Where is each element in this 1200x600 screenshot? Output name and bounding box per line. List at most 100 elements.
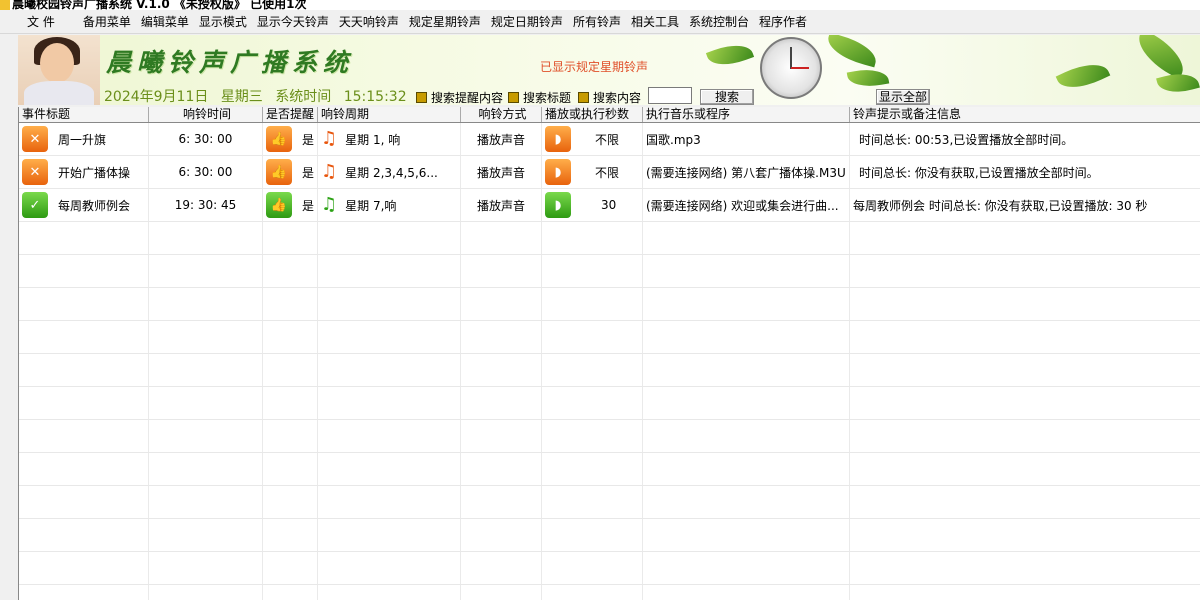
program-file: (需要连接网络) 第八套广播体操.M3U xyxy=(646,165,846,180)
bell-schedule-table: 事件标题 响铃时间 是否提醒 响铃周期 响铃方式 播放或执行秒数 执行音乐或程序… xyxy=(18,107,1200,600)
bell-note: 每周教师例会 时间总长: 你没有获取,已设置播放: 30 秒 xyxy=(853,198,1148,213)
clock-icon xyxy=(760,37,822,99)
column-header-title[interactable]: 事件标题 xyxy=(19,107,149,122)
leaf-decoration xyxy=(846,65,890,91)
bell-time: 6: 30: 00 xyxy=(178,132,233,146)
music-note-icon: ♫ xyxy=(321,161,338,182)
thumbs-up-icon: 👍 xyxy=(266,159,292,185)
play-seconds: 不限 xyxy=(595,132,620,147)
search-input[interactable] xyxy=(648,87,692,104)
checkbox-icon[interactable] xyxy=(416,92,427,103)
empty-row xyxy=(19,453,1200,486)
leaf-decoration xyxy=(1055,55,1111,97)
empty-row xyxy=(19,354,1200,387)
play-seconds: 30 xyxy=(601,198,617,212)
bell-cycle: 星期 1, 响 xyxy=(345,132,401,147)
table-header: 事件标题 响铃时间 是否提醒 响铃周期 响铃方式 播放或执行秒数 执行音乐或程序… xyxy=(19,107,1200,123)
leaf-decoration xyxy=(705,38,755,72)
menu-backup[interactable]: 备用菜单 xyxy=(78,13,136,30)
operator-photo xyxy=(18,35,100,105)
thumbs-up-icon: 👍 xyxy=(266,126,292,152)
search-title-option[interactable]: 搜索标题 xyxy=(508,89,571,105)
remind-flag: 是 xyxy=(302,165,315,180)
rss-icon: ◗ xyxy=(545,192,571,218)
bell-status-icon: ✓ xyxy=(22,192,48,218)
bell-time: 19: 30: 45 xyxy=(174,198,237,212)
menu-all-bells[interactable]: 所有铃声 xyxy=(568,13,626,30)
show-all-button[interactable]: 显示全部 xyxy=(876,89,930,105)
leaf-decoration xyxy=(1130,35,1192,80)
search-reminder-option[interactable]: 搜索提醒内容 xyxy=(416,89,503,105)
empty-row xyxy=(19,585,1200,600)
search-content-option[interactable]: 搜索内容 xyxy=(578,89,641,105)
date-time-bar: 2024年9月11日 星期三 系统时间 15:15:32 xyxy=(104,86,415,105)
empty-row xyxy=(19,486,1200,519)
menu-edit[interactable]: 编辑菜单 xyxy=(136,13,194,30)
checkbox-icon[interactable] xyxy=(578,92,589,103)
menu-daily-bells[interactable]: 天天响铃声 xyxy=(334,13,404,30)
event-title: 周一升旗 xyxy=(58,132,107,147)
remind-flag: 是 xyxy=(302,132,315,147)
event-title: 开始广播体操 xyxy=(58,165,131,180)
empty-row xyxy=(19,288,1200,321)
thumbs-up-icon: 👍 xyxy=(266,192,292,218)
empty-row xyxy=(19,255,1200,288)
search-button[interactable]: 搜索 xyxy=(700,89,754,105)
rss-icon: ◗ xyxy=(545,159,571,185)
banner: 晨曦铃声广播系统 已显示规定星期铃声 2024年9月11日 星期三 系统时间 1… xyxy=(18,35,1200,105)
menu-display-mode[interactable]: 显示模式 xyxy=(194,13,252,30)
app-title: 晨曦铃声广播系统 xyxy=(106,48,355,77)
menu-console[interactable]: 系统控制台 xyxy=(684,13,754,30)
rss-icon: ◗ xyxy=(545,126,571,152)
column-header-cycle[interactable]: 响铃周期 xyxy=(318,107,461,122)
remind-flag: 是 xyxy=(302,198,315,213)
empty-row xyxy=(19,552,1200,585)
bell-mode: 播放声音 xyxy=(476,165,525,180)
column-header-program[interactable]: 执行音乐或程序 xyxy=(643,107,850,122)
status-notice: 已显示规定星期铃声 xyxy=(540,60,649,74)
bell-time: 6: 30: 00 xyxy=(178,165,233,179)
bell-cycle: 星期 2,3,4,5,6... xyxy=(345,165,438,180)
bell-note: 时间总长: 你没有获取,已设置播放全部时间。 xyxy=(859,165,1099,180)
music-note-icon: ♫ xyxy=(321,128,338,149)
empty-row xyxy=(19,222,1200,255)
window-title: 晨曦校园铃声广播系统 V.1.0 《未授权版》 已使用1次 xyxy=(12,0,307,10)
music-note-icon: ♫ xyxy=(321,194,338,215)
leaf-decoration xyxy=(824,35,880,68)
empty-row xyxy=(19,321,1200,354)
table-row[interactable]: ✕ 开始广播体操 6: 30: 00 👍 是 ♫ 星期 2,3,4,5,6...… xyxy=(19,156,1200,189)
checkbox-icon[interactable] xyxy=(508,92,519,103)
menu-weekly-bells[interactable]: 规定星期铃声 xyxy=(404,13,486,30)
column-header-remind[interactable]: 是否提醒 xyxy=(263,107,318,122)
menu-bar: 文 件 备用菜单 编辑菜单 显示模式 显示今天铃声 天天响铃声 规定星期铃声 规… xyxy=(0,10,1200,34)
bell-cycle: 星期 7,响 xyxy=(345,198,397,213)
empty-row xyxy=(19,420,1200,453)
event-title: 每周教师例会 xyxy=(58,198,131,213)
current-weekday: 星期三 xyxy=(220,89,263,105)
title-bar: 晨曦校园铃声广播系统 V.1.0 《未授权版》 已使用1次 xyxy=(0,0,1200,10)
program-file: (需要连接网络) 欢迎或集会进行曲... xyxy=(646,198,839,213)
table-row[interactable]: ✓ 每周教师例会 19: 30: 45 👍 是 ♫ 星期 7,响 播放声音 ◗ … xyxy=(19,189,1200,222)
system-time: 15:15:32 xyxy=(343,89,407,105)
column-header-seconds[interactable]: 播放或执行秒数 xyxy=(542,107,643,122)
column-header-time[interactable]: 响铃时间 xyxy=(149,107,263,122)
column-header-note[interactable]: 铃声提示或备注信息 xyxy=(850,107,1200,122)
bell-mode: 播放声音 xyxy=(476,198,525,213)
bell-mode: 播放声音 xyxy=(476,132,525,147)
column-header-mode[interactable]: 响铃方式 xyxy=(461,107,542,122)
app-icon xyxy=(0,0,10,10)
empty-row xyxy=(19,387,1200,420)
bell-status-icon: ✕ xyxy=(22,126,48,152)
bell-status-icon: ✕ xyxy=(22,159,48,185)
system-time-label: 系统时间 xyxy=(275,89,332,105)
empty-row xyxy=(19,519,1200,552)
menu-today-bells[interactable]: 显示今天铃声 xyxy=(252,13,334,30)
table-row[interactable]: ✕ 周一升旗 6: 30: 00 👍 是 ♫ 星期 1, 响 播放声音 ◗ 不限… xyxy=(19,123,1200,156)
bell-note: 时间总长: 00:53,已设置播放全部时间。 xyxy=(859,132,1074,147)
menu-date-bells[interactable]: 规定日期铃声 xyxy=(486,13,568,30)
play-seconds: 不限 xyxy=(595,165,620,180)
menu-file[interactable]: 文 件 xyxy=(22,13,60,30)
program-file: 国歌.mp3 xyxy=(646,132,701,147)
menu-author[interactable]: 程序作者 xyxy=(754,13,812,30)
menu-tools[interactable]: 相关工具 xyxy=(626,13,684,30)
